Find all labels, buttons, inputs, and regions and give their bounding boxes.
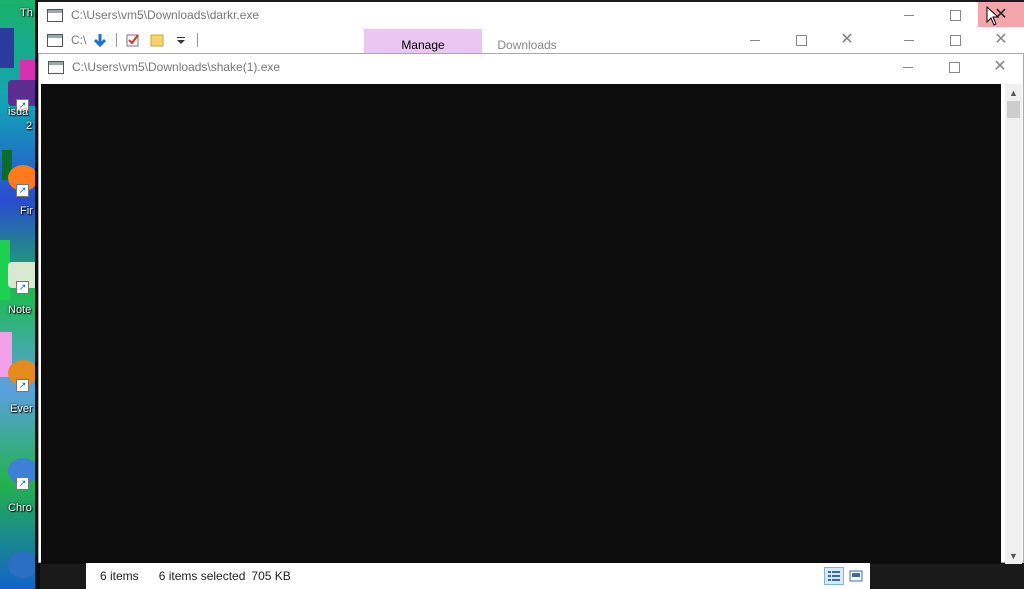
explorer-app-icon [47,33,63,47]
close-icon: ✕ [993,58,1007,75]
close-icon: ✕ [994,31,1008,48]
shortcut-arrow-icon: ↗ [16,379,29,392]
separator [116,33,117,47]
console-window-shake[interactable]: C:\Users\vm5\Downloads\shake(1).exe ✕ ▲ … [38,53,1024,564]
minimize-button[interactable] [886,27,932,53]
scroll-thumb[interactable] [1007,101,1020,118]
maximize-button[interactable] [932,27,978,53]
minimize-button[interactable] [732,27,778,53]
tab-downloads-title: Downloads [482,29,572,53]
scroll-up-icon[interactable]: ▲ [1005,84,1022,101]
edge-icon[interactable] [8,552,38,578]
desktop-background: Th ↗ isua 2 ↗ Fir ↗ Note ↗ Ever ↗ Chro [0,0,40,589]
checkbox-icon[interactable] [125,32,141,48]
details-view-icon [828,571,840,581]
window-title: C:\ [71,33,87,47]
close-button[interactable]: ✕ [977,54,1023,80]
separator [197,33,198,47]
large-icons-view-icon [849,570,863,582]
desktop-icon-label[interactable]: Fir [20,205,33,217]
shortcut-arrow-icon: ↗ [16,281,29,294]
visual-studio-icon[interactable]: ↗ [8,80,38,112]
maximize-icon [949,9,961,21]
desktop-icon-label[interactable]: Chro [8,502,32,514]
desktop-icon-label[interactable]: Note [8,304,31,316]
close-button[interactable]: ✕ [824,27,870,53]
console-app-icon [48,60,64,74]
desktop-icon-label: 2 [26,120,33,132]
minimize-icon [750,39,760,41]
explorer-ribbon-titlebar[interactable]: Manage Downloads ✕ [86,27,870,53]
minimize-button[interactable] [885,54,931,80]
maximize-icon [795,34,807,46]
desktop-icon-label[interactable]: isua [8,106,28,118]
item-count: 6 items [100,569,139,583]
maximize-button[interactable] [931,54,977,80]
close-button[interactable]: ✕ [978,27,1024,53]
explorer-status-bar: 6 items 6 items selected 705 KB [86,563,870,589]
selection-count: 6 items selected [158,569,246,583]
minimize-icon [903,66,913,68]
desktop-icon-label[interactable]: Th [20,7,33,19]
close-icon: ✕ [840,31,854,48]
shortcut-arrow-icon: ↗ [16,477,29,490]
title-bar[interactable]: C:\Users\vm5\Downloads\shake(1).exe ✕ [39,54,1023,80]
mouse-cursor-icon [986,6,1000,26]
customize-dropdown-icon[interactable] [173,32,189,48]
console-output-area[interactable] [41,84,1001,564]
tab-manage[interactable]: Manage [364,29,482,53]
desktop-artifact [0,28,14,68]
properties-down-arrow-icon[interactable] [92,32,108,48]
new-folder-icon[interactable] [149,32,165,48]
everything-icon[interactable]: ↗ [8,360,38,392]
maximize-icon [948,61,960,73]
selection-size: 705 KB [251,569,291,583]
tab-label: Manage [401,38,445,52]
title-bar[interactable]: C:\Users\vm5\Downloads\darkr.exe ✕ [38,2,1024,28]
maximize-icon [949,34,961,46]
chrome-icon[interactable]: ↗ [8,458,38,490]
close-button[interactable]: ✕ [978,2,1024,28]
shortcut-arrow-icon: ↗ [16,184,29,197]
maximize-button[interactable] [932,2,978,28]
firefox-icon[interactable]: ↗ [8,165,38,197]
scroll-down-icon[interactable]: ▼ [1005,547,1022,564]
large-icons-view-button[interactable] [846,567,866,585]
details-view-button[interactable] [824,567,844,585]
quick-access-toolbar [92,27,198,53]
vertical-scrollbar[interactable]: ▲ ▼ [1005,84,1022,564]
folder-title: Downloads [497,38,557,52]
maximize-button[interactable] [778,27,824,53]
minimize-icon [904,39,914,41]
notepad-icon[interactable]: ↗ [8,262,38,294]
window-title: C:\Users\vm5\Downloads\darkr.exe [71,8,260,22]
console-app-icon [47,8,63,22]
window-title: C:\Users\vm5\Downloads\shake(1).exe [72,60,281,74]
minimize-icon [904,14,914,16]
desktop-icon-label[interactable]: Ever [10,403,33,415]
minimize-button[interactable] [886,2,932,28]
